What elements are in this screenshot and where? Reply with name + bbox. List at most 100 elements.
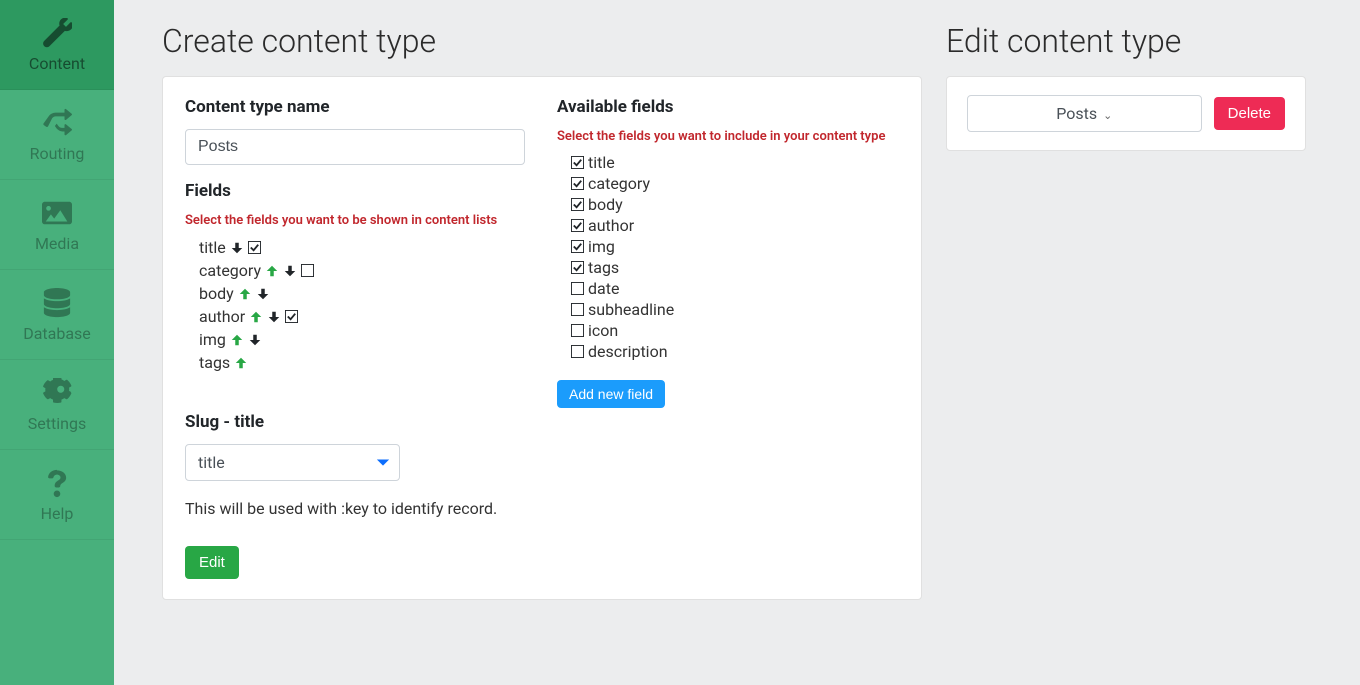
arrow-up-icon[interactable] [238,287,252,301]
image-icon [40,198,74,228]
edit-button[interactable]: Edit [185,546,239,579]
available-field-row: tags [557,257,899,278]
edit-card: Posts ⌄ Delete [946,76,1306,151]
content-type-name-input[interactable] [185,129,525,165]
content-type-name-label: Content type name [185,97,527,117]
available-field-row: body [557,194,899,215]
chevron-down-icon: ⌄ [1103,109,1112,122]
checkbox-checked-icon[interactable] [285,310,298,323]
available-fields-label: Available fields [557,97,899,117]
create-left-pane: Content type name Fields Select the fiel… [185,97,527,579]
available-field-row: title [557,152,899,173]
sidebar-item-help[interactable]: Help [0,450,114,540]
available-field-row: img [557,236,899,257]
slug-select[interactable]: title [185,444,400,481]
available-field-label: title [588,153,615,172]
gear-icon [40,378,74,408]
arrow-up-icon[interactable] [265,264,279,278]
database-icon [40,288,74,318]
sidebar-item-media[interactable]: Media [0,180,114,270]
available-fields-pane: Available fields Select the fields you w… [557,97,899,579]
fields-label: Fields [185,181,527,201]
checkbox-checked-icon[interactable] [571,198,584,211]
sidebar-item-label: Content [29,54,85,73]
available-field-row: subheadline [557,299,899,320]
field-row: tags [185,351,527,374]
main-area: Create content type Content type name Fi… [114,0,1360,685]
field-label: title [199,238,226,257]
arrow-down-icon[interactable] [230,241,244,255]
arrow-up-icon[interactable] [234,356,248,370]
field-label: tags [199,353,230,372]
available-fields-list: title category body author img tags date subhea… [557,152,899,362]
available-field-row: description [557,341,899,362]
create-column: Create content type Content type name Fi… [162,22,922,600]
field-row: body [185,282,527,305]
arrow-down-icon[interactable] [256,287,270,301]
sidebar-item-routing[interactable]: Routing [0,90,114,180]
field-row: img [185,328,527,351]
edit-column: Edit content type Posts ⌄ Delete [946,22,1306,151]
sidebar-item-settings[interactable]: Settings [0,360,114,450]
field-row: category [185,259,527,282]
fields-list: title category body author img tags [185,236,527,374]
edit-content-type-select[interactable]: Posts ⌄ [967,95,1202,132]
checkbox-unchecked-icon[interactable] [301,264,314,277]
sidebar-item-label: Media [35,234,79,253]
checkbox-checked-icon[interactable] [571,156,584,169]
available-field-label: tags [588,258,619,277]
checkbox-unchecked-icon[interactable] [571,324,584,337]
arrow-down-icon[interactable] [267,310,281,324]
sidebar: Content Routing Media Database Settings Help [0,0,114,685]
sidebar-item-database[interactable]: Database [0,270,114,360]
slug-label: Slug - title [185,412,527,432]
page-title-edit: Edit content type [946,22,1306,60]
field-row: title [185,236,527,259]
checkbox-checked-icon[interactable] [571,261,584,274]
arrow-down-icon[interactable] [248,333,262,347]
available-field-row: author [557,215,899,236]
delete-button[interactable]: Delete [1214,97,1285,130]
sidebar-item-content[interactable]: Content [0,0,114,90]
available-fields-hint: Select the fields you want to include in… [557,129,899,144]
available-field-label: author [588,216,634,235]
available-field-row: icon [557,320,899,341]
checkbox-checked-icon[interactable] [248,241,261,254]
checkbox-unchecked-icon[interactable] [571,303,584,316]
field-label: category [199,261,261,280]
field-label: body [199,284,234,303]
slug-note: This will be used with :key to identify … [185,499,527,518]
checkbox-unchecked-icon[interactable] [571,345,584,358]
available-field-label: description [588,342,668,361]
sidebar-item-label: Database [23,324,91,343]
available-field-row: date [557,278,899,299]
available-field-row: category [557,173,899,194]
available-field-label: subheadline [588,300,674,319]
add-new-field-button[interactable]: Add new field [557,380,665,408]
available-field-label: body [588,195,623,214]
available-field-label: date [588,279,619,298]
available-field-label: img [588,237,615,256]
sidebar-item-label: Settings [28,414,86,433]
slug-select-value: title [185,444,400,481]
arrow-down-icon[interactable] [283,264,297,278]
checkbox-unchecked-icon[interactable] [571,282,584,295]
shuffle-icon [40,108,74,138]
available-field-label: icon [588,321,618,340]
create-card: Content type name Fields Select the fiel… [162,76,922,600]
checkbox-checked-icon[interactable] [571,177,584,190]
field-label: img [199,330,226,349]
wrench-icon [40,18,74,48]
edit-select-value: Posts [1056,104,1097,123]
checkbox-checked-icon[interactable] [571,240,584,253]
arrow-up-icon[interactable] [230,333,244,347]
field-row: author [185,305,527,328]
fields-hint: Select the fields you want to be shown i… [185,213,527,228]
arrow-up-icon[interactable] [249,310,263,324]
field-label: author [199,307,245,326]
available-field-label: category [588,174,650,193]
question-icon [40,468,74,498]
sidebar-item-label: Routing [30,144,85,163]
page-title-create: Create content type [162,22,922,60]
checkbox-checked-icon[interactable] [571,219,584,232]
